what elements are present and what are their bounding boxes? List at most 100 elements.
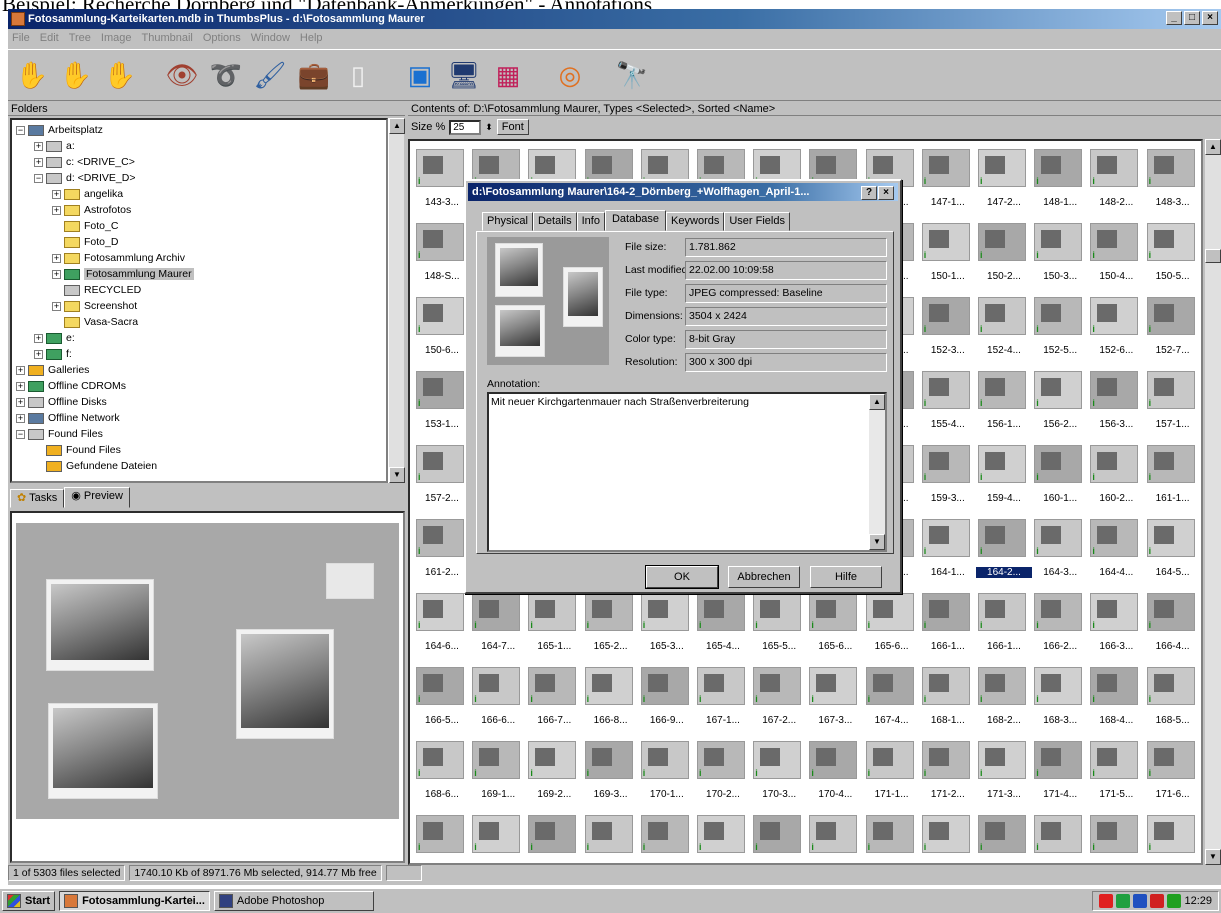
thumbnail-cell[interactable]: 147-1... [920,147,979,221]
expand-icon[interactable]: + [16,381,25,391]
thumbnail-cell[interactable]: 166-4... [1145,591,1201,665]
expand-icon[interactable]: + [16,413,25,423]
thumbnail-cell[interactable]: 148-1... [1032,147,1091,221]
annotation-scroll-up-icon[interactable]: ▲ [869,394,885,410]
thumbnail-cell[interactable]: 164-2... [976,517,1035,591]
tray-app-icon[interactable] [1099,894,1114,908]
tray-app-icon[interactable] [1133,894,1148,908]
briefcase-icon[interactable]: 💼 [294,55,334,95]
lifebuoy-icon[interactable]: ◎ [550,55,590,95]
thumbnail-cell[interactable]: 164-1... [920,517,979,591]
thumbnail-cell[interactable]: 168-4... [1088,665,1147,739]
thumbnail-cell[interactable]: 150-4... [1088,221,1147,295]
thumbnail-cell[interactable] [807,813,866,863]
scroll-up-icon[interactable]: ▲ [389,118,405,134]
thumbnail-cell[interactable]: 156-1... [976,369,1035,443]
expand-icon[interactable]: + [34,333,43,343]
thumbnail-cell[interactable]: 160-1... [1032,443,1091,517]
thumbnail-cell[interactable] [976,813,1035,863]
menu-window[interactable]: Window [251,30,290,47]
thumbnail-cell[interactable]: 156-3... [1088,369,1147,443]
menu-help[interactable]: Help [300,30,323,47]
menu-file[interactable]: File [12,30,30,47]
tree-scrollbar[interactable]: ▲ ▼ [388,118,405,483]
window-titlebar[interactable]: Fotosammlung-Karteikarten.mdb in ThumbsP… [8,9,1221,29]
thumbnail-cell[interactable]: 155-4... [920,369,979,443]
thumbnail-cell[interactable]: 150-1... [920,221,979,295]
tree-node[interactable]: − d: <DRIVE_D> [12,170,386,186]
tree-node[interactable]: + a: [12,138,386,154]
tree-node[interactable]: Found Files [12,442,386,458]
dialog-help-button[interactable]: ? [861,186,877,200]
grid-scroll-thumb[interactable] [1205,249,1221,263]
tree-node[interactable]: + Astrofotos [12,202,386,218]
thumbnail-cell[interactable]: 166-2... [1032,591,1091,665]
expand-icon[interactable]: + [52,301,61,311]
thumbnail-cell[interactable]: 168-3... [1032,665,1091,739]
scroll-down-icon[interactable]: ▼ [389,467,405,483]
annotation-textarea[interactable]: Mit neuer Kirchgartenmauer nach Straßenv… [487,392,887,552]
thumbnail-cell[interactable]: 167-2... [751,665,810,739]
thumbnail-cell[interactable]: 161-1... [1145,443,1201,517]
font-button[interactable]: Font [496,119,529,135]
hand-icon[interactable]: ✋ [12,55,52,95]
thumbnail-cell[interactable]: 160-2... [1088,443,1147,517]
binoculars-icon[interactable]: 🔭 [612,55,652,95]
tab-tasks[interactable]: ✿ Tasks [10,489,65,508]
minimize-button[interactable]: _ [1166,11,1182,25]
monitor-icon[interactable]: 🖥 [444,55,484,95]
thumbnail-cell[interactable]: 170-2... [695,739,754,813]
thumbnail-cell[interactable]: 170-1... [639,739,698,813]
thumbnail-cell[interactable] [864,813,923,863]
thumbnail-cell[interactable] [751,813,810,863]
expand-icon[interactable]: + [34,349,43,359]
thumbnail-cell[interactable] [639,813,698,863]
eye-icon[interactable]: 👁 [162,55,202,95]
thumbnail-cell[interactable] [920,813,979,863]
maximize-button[interactable]: □ [1184,11,1200,25]
thumbnail-cell[interactable]: 165-5... [751,591,810,665]
thumbnail-cell[interactable]: 169-2... [526,739,585,813]
thumbnail-cell[interactable]: 159-3... [920,443,979,517]
thumbnail-cell[interactable]: 164-3... [1032,517,1091,591]
tree-node[interactable]: + f: [12,346,386,362]
thumbnail-cell[interactable]: 165-6... [807,591,866,665]
thumbnail-cell[interactable]: 166-1... [920,591,979,665]
gallery-icon[interactable]: ▦ [488,55,528,95]
tree-node[interactable]: Foto_C [12,218,386,234]
thumbnail-cell[interactable]: 147-2... [976,147,1035,221]
task-fotosammlung[interactable]: Fotosammlung-Kartei... [59,891,210,911]
thumbnail-cell[interactable]: 152-3... [920,295,979,369]
thumbnail-cell[interactable]: 164-7... [470,591,529,665]
thumbnail-cell[interactable]: 165-6... [864,591,923,665]
expand-icon[interactable]: + [34,157,43,167]
thumbnail-cell[interactable]: 157-1... [1145,369,1201,443]
dialog-tab-physical[interactable]: Physical [482,212,533,231]
tree-node[interactable]: RECYCLED [12,282,386,298]
thumbnail-cell[interactable]: 150-2... [976,221,1035,295]
thumbnail-cell[interactable]: 168-1... [920,665,979,739]
tree-node[interactable]: + Fotosammlung Maurer [12,266,386,282]
thumbnail-cell[interactable]: 165-1... [526,591,585,665]
thumbnail-cell[interactable]: 148-3... [1145,147,1201,221]
thumbnail-cell[interactable]: 166-8... [583,665,642,739]
brush-icon[interactable]: 🖌 [250,55,290,95]
thumbnail-cell[interactable]: 171-6... [1145,739,1201,813]
size-input[interactable] [449,119,482,135]
thumbnail-cell[interactable]: 167-3... [807,665,866,739]
thumbnail-cell[interactable]: 168-6... [414,739,473,813]
expand-icon[interactable]: + [52,253,61,263]
menu-edit[interactable]: Edit [40,30,59,47]
thumbnail-cell[interactable]: 164-6... [414,591,473,665]
close-button[interactable]: × [1202,11,1218,25]
grid-scrollbar[interactable]: ▲ ▼ [1205,139,1221,865]
thumbnail-cell[interactable] [1088,813,1147,863]
thumbnail-cell[interactable]: 165-3... [639,591,698,665]
thumbnail-cell[interactable] [1032,813,1091,863]
menu-tree[interactable]: Tree [69,30,91,47]
thumbnail-cell[interactable]: 150-3... [1032,221,1091,295]
lasso-icon[interactable]: ➰ [206,55,246,95]
hand-icon[interactable]: ✋ [100,55,140,95]
collapse-icon[interactable]: − [16,125,25,135]
folder-tree[interactable]: − Arbeitsplatz + a: + c: <DRIVE_C> − d: <DRIVE_… [10,118,388,483]
